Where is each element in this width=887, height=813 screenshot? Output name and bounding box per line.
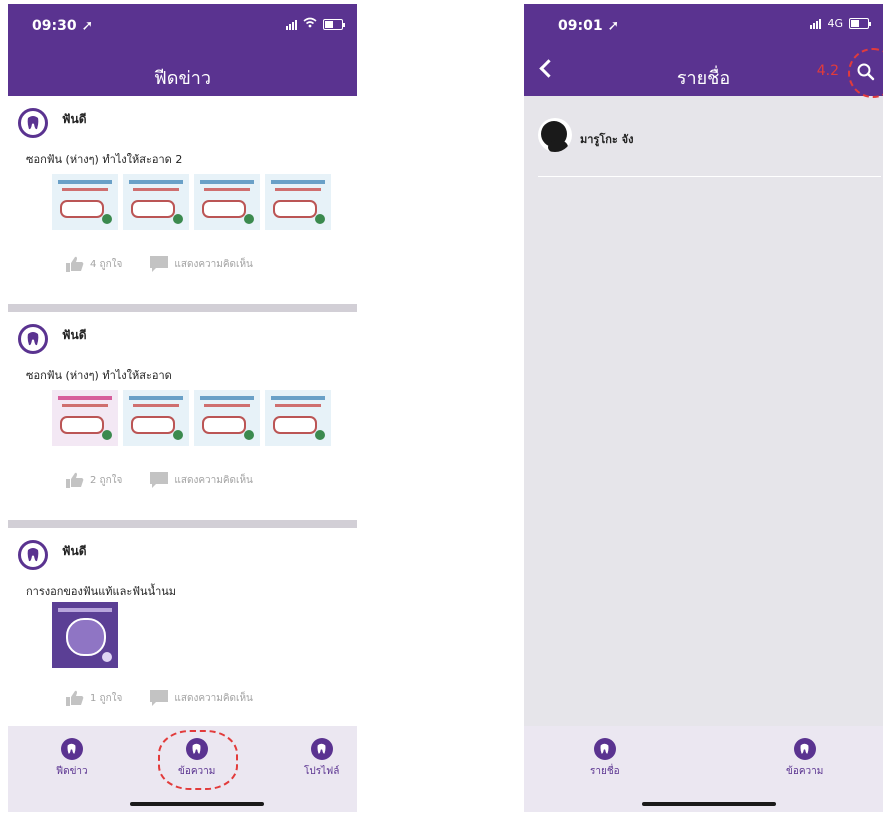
- top-bar: 09:30 ➚ ฟีดข่าว: [8, 4, 357, 96]
- status-time: 09:01 ➚: [558, 18, 620, 34]
- post-image[interactable]: [52, 390, 118, 446]
- tooth-icon: [593, 738, 616, 760]
- post-images: [52, 602, 118, 668]
- comment-button[interactable]: แสดงความคิดเห็น: [150, 472, 253, 488]
- post-images: [52, 390, 331, 446]
- feed-post: ฟันดี การงอกของฟันแท้และฟันน้ำนม 1 ถูกใจ…: [8, 528, 357, 738]
- avatar: [538, 118, 572, 152]
- post-text: ซอกฟัน (ห่างๆ) ทำไงให้สะอาด 2: [26, 153, 183, 166]
- top-bar: 09:01 ➚ 4G รายชื่อ 4.2: [524, 4, 883, 98]
- comment-icon: [150, 256, 169, 272]
- comment-icon: [150, 472, 169, 488]
- feed-post: ฟันดี ซอกฟัน (ห่างๆ) ทำไงให้สะอาด 2 ถูกใ…: [8, 312, 357, 520]
- signal-icon: [810, 18, 822, 29]
- highlight-annotation: [158, 730, 238, 790]
- post-author: ฟันดี: [62, 328, 87, 342]
- tooth-icon: [27, 332, 39, 346]
- home-indicator: [642, 802, 776, 806]
- contact-name: มารูโกะ จัง: [580, 133, 634, 146]
- tooth-icon: [60, 738, 83, 760]
- post-author: ฟันดี: [62, 544, 87, 558]
- battery-icon: [323, 18, 345, 30]
- tooth-icon: [310, 738, 333, 760]
- post-divider: [8, 520, 357, 528]
- status-icons: [286, 17, 345, 31]
- tab-messages[interactable]: ข้อความ: [786, 738, 823, 779]
- divider: [538, 176, 881, 177]
- tab-contacts[interactable]: รายชื่อ: [590, 738, 620, 779]
- status-time: 09:30 ➚: [32, 18, 94, 34]
- post-actions: 2 ถูกใจ แสดงความคิดเห็น: [66, 472, 253, 488]
- battery-icon: [849, 18, 871, 29]
- thumbs-up-icon: [66, 256, 84, 272]
- post-image[interactable]: [123, 390, 189, 446]
- thumbs-up-icon: [66, 472, 84, 488]
- like-button[interactable]: 2 ถูกใจ: [66, 472, 122, 488]
- tooth-avatar[interactable]: [18, 540, 48, 570]
- annotation-label: 4.2: [816, 63, 839, 79]
- network-label: 4G: [827, 17, 843, 30]
- tab-bar: ฟีดข่าว ข้อความ โปรไฟล์: [8, 726, 357, 812]
- right-phone-screen: 09:01 ➚ 4G รายชื่อ 4.2 มารูโกะ จัง รายชื…: [524, 4, 883, 812]
- tooth-avatar[interactable]: [18, 108, 48, 138]
- feed-post: ฟันดี ซอกฟัน (ห่างๆ) ทำไงให้สะอาด 2 4 ถู…: [8, 96, 357, 304]
- post-divider: [8, 304, 357, 312]
- post-image[interactable]: [194, 174, 260, 230]
- post-image[interactable]: [194, 390, 260, 446]
- news-feed[interactable]: ฟันดี ซอกฟัน (ห่างๆ) ทำไงให้สะอาด 2 4 ถู…: [8, 96, 357, 742]
- home-indicator: [130, 802, 264, 806]
- post-images: [52, 174, 331, 230]
- status-icons: 4G: [810, 17, 871, 30]
- wifi-icon: [303, 17, 317, 31]
- post-image[interactable]: [265, 390, 331, 446]
- post-image[interactable]: [52, 602, 118, 668]
- signal-icon: [286, 19, 297, 30]
- post-text: ซอกฟัน (ห่างๆ) ทำไงให้สะอาด: [26, 369, 172, 382]
- tab-bar: รายชื่อ ข้อความ: [524, 726, 883, 812]
- tab-newsfeed[interactable]: ฟีดข่าว: [56, 738, 88, 779]
- tooth-avatar[interactable]: [18, 324, 48, 354]
- like-button[interactable]: 4 ถูกใจ: [66, 256, 122, 272]
- post-author: ฟันดี: [62, 112, 87, 126]
- page-title: ฟีดข่าว: [154, 68, 211, 89]
- post-image[interactable]: [123, 174, 189, 230]
- left-phone-screen: 09:30 ➚ ฟีดข่าว ฟันดี ซอกฟัน (ห่างๆ) ทำไ…: [8, 4, 357, 812]
- tab-profile[interactable]: โปรไฟล์: [304, 738, 339, 779]
- comment-button[interactable]: แสดงความคิดเห็น: [150, 690, 253, 706]
- like-button[interactable]: 1 ถูกใจ: [66, 690, 122, 706]
- comment-button[interactable]: แสดงความคิดเห็น: [150, 256, 253, 272]
- post-text: การงอกของฟันแท้และฟันน้ำนม: [26, 585, 177, 598]
- post-image[interactable]: [52, 174, 118, 230]
- contact-list-item[interactable]: มารูโกะ จัง: [524, 96, 883, 176]
- post-actions: 1 ถูกใจ แสดงความคิดเห็น: [66, 690, 253, 706]
- thumbs-up-icon: [66, 690, 84, 706]
- tooth-icon: [27, 116, 39, 130]
- tooth-icon: [27, 548, 39, 562]
- tooth-icon: [793, 738, 816, 760]
- comment-icon: [150, 690, 169, 706]
- post-actions: 4 ถูกใจ แสดงความคิดเห็น: [66, 256, 253, 272]
- post-image[interactable]: [265, 174, 331, 230]
